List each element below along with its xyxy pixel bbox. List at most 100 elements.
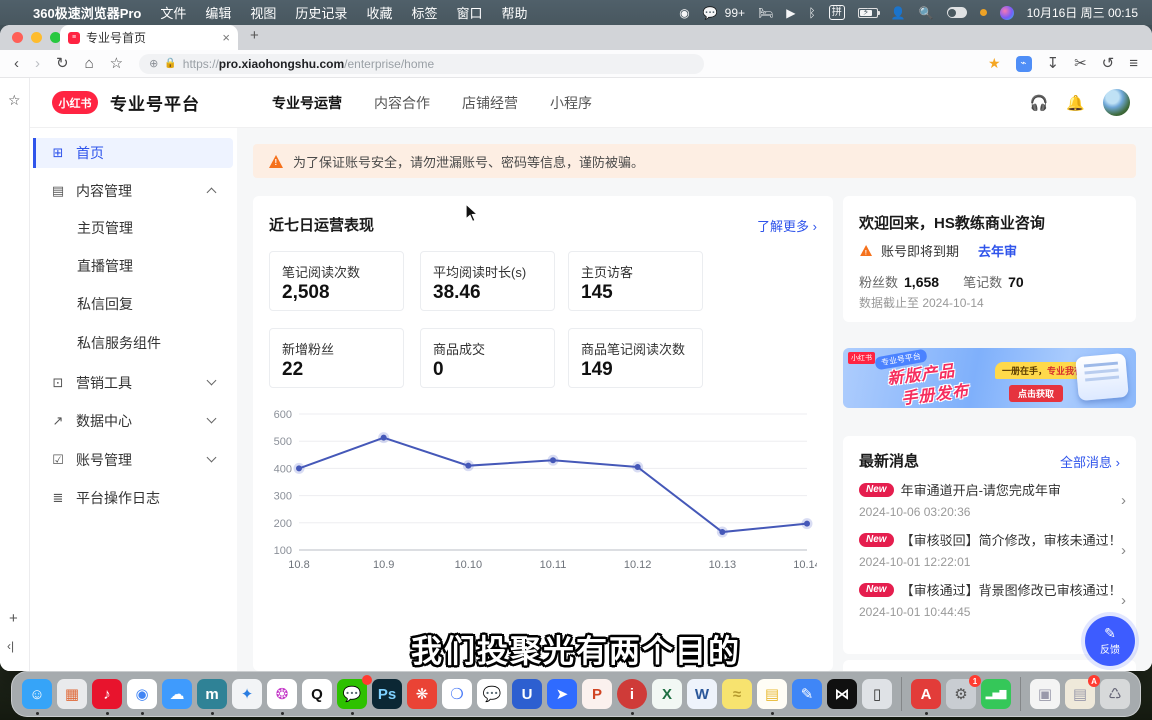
customer-service-icon[interactable]: 🎧 xyxy=(1030,94,1049,112)
red-i-app-icon[interactable]: i xyxy=(617,679,647,709)
menu-file[interactable]: 文件 xyxy=(160,3,186,22)
menu-bookmarks[interactable]: 收藏 xyxy=(366,3,392,22)
restore-session-icon[interactable]: ↺ xyxy=(1102,56,1115,71)
powerpoint-icon[interactable]: P xyxy=(582,679,612,709)
strip-add-icon[interactable]: + xyxy=(9,610,18,627)
bluetooth-icon[interactable]: ᛒ xyxy=(808,6,815,20)
sidebar-item-account-management[interactable]: ☑ 账号管理 xyxy=(33,445,233,475)
preview-thumbnail-1-icon[interactable]: ▣ xyxy=(1030,679,1060,709)
address-bar[interactable]: ⊕ 🔒 https://pro.xiaohongshu.com/enterpri… xyxy=(139,54,704,74)
xiaohongshu-logo[interactable]: 小红书 xyxy=(52,91,98,114)
user-account-icon[interactable]: 👤 xyxy=(891,6,906,20)
favorites-star-icon[interactable]: ☆ xyxy=(8,92,21,109)
strip-collapse-icon[interactable]: ‹| xyxy=(7,639,14,653)
siri-icon[interactable] xyxy=(1000,6,1014,20)
system-settings-icon[interactable]: ⚙1 xyxy=(946,679,976,709)
battery-icon[interactable]: ⚡ xyxy=(858,8,878,18)
download-icon[interactable]: ↧ xyxy=(1047,56,1060,71)
promo-banner[interactable]: 小红书 专业号平台 新版产品 手册发布 一册在手，专业我有 点击获取 xyxy=(843,348,1136,408)
new-tab-button[interactable]: + xyxy=(250,27,259,44)
maxthon-icon[interactable]: m xyxy=(197,679,227,709)
excel-icon[interactable]: X xyxy=(652,679,682,709)
safari-icon[interactable]: ✦ xyxy=(232,679,262,709)
menu-help[interactable]: 帮助 xyxy=(501,3,527,22)
launchpad-icon[interactable]: ▦ xyxy=(57,679,87,709)
all-news-link[interactable]: 全部消息 › xyxy=(1060,452,1120,471)
capcut-icon[interactable]: ⋈ xyxy=(827,679,857,709)
notes-icon[interactable]: ▤ xyxy=(757,679,787,709)
menubar-clock[interactable]: 10月16日 周三 00:15 xyxy=(1027,4,1138,21)
bookmark-star-button[interactable]: ☆ xyxy=(110,56,123,71)
cloud-drive-icon[interactable]: ☁ xyxy=(162,679,192,709)
sidebar-item-dm-reply[interactable]: 私信回复 xyxy=(30,291,237,317)
url-text[interactable]: https://pro.xiaohongshu.com/enterprise/h… xyxy=(183,57,434,71)
sidebar-item-content-management[interactable]: ▤ 内容管理 xyxy=(33,176,233,206)
bookmarked-star-icon[interactable]: ★ xyxy=(988,55,1001,72)
learn-more-link[interactable]: 了解更多 › xyxy=(757,216,817,235)
home-button[interactable]: ⌂ xyxy=(85,56,94,71)
nav-content-coop[interactable]: 内容合作 xyxy=(374,93,430,113)
spotlight-search-icon[interactable]: 🔍 xyxy=(919,6,934,20)
word-icon[interactable]: W xyxy=(687,679,717,709)
trash-icon[interactable]: ♺ xyxy=(1100,679,1130,709)
stocks-app-icon[interactable]: ▂▅▇ xyxy=(981,679,1011,709)
chrome-icon[interactable]: ◉ xyxy=(127,679,157,709)
tab-close-icon[interactable]: × xyxy=(222,30,230,45)
red-clock-app-icon[interactable]: ❋ xyxy=(407,679,437,709)
nav-operation[interactable]: 专业号运营 xyxy=(272,93,342,113)
sidebar-item-home[interactable]: ⊞ 首页 xyxy=(33,138,233,168)
feedback-button[interactable]: ✎ 反馈 xyxy=(1085,616,1135,666)
wechat-icon[interactable]: 💬 xyxy=(337,679,367,709)
netease-music-icon[interactable]: ♪ xyxy=(92,679,122,709)
paper-plane-app-icon[interactable]: ➤ xyxy=(547,679,577,709)
app-menu-title[interactable]: 360极速浏览器Pro xyxy=(33,3,141,22)
sidebar-item-homepage-management[interactable]: 主页管理 xyxy=(30,215,237,241)
pencil-app-icon[interactable]: ✎ xyxy=(792,679,822,709)
sidebar-item-platform-log[interactable]: ≣ 平台操作日志 xyxy=(33,483,233,513)
chat-app-icon[interactable]: 💬 xyxy=(477,679,507,709)
renew-link[interactable]: 去年审 xyxy=(978,241,1017,260)
window-close-button[interactable] xyxy=(12,32,23,43)
sticky-notes-icon[interactable]: ≈ xyxy=(722,679,752,709)
back-button[interactable]: ‹ xyxy=(14,56,19,71)
menu-window[interactable]: 窗口 xyxy=(456,3,482,22)
nav-shop[interactable]: 店铺经营 xyxy=(462,93,518,113)
qq-icon[interactable]: Q xyxy=(302,679,332,709)
photoshop-icon[interactable]: Ps xyxy=(372,679,402,709)
iphone-mirroring-icon[interactable]: ▯ xyxy=(862,679,892,709)
news-item[interactable]: New 年审通道开启-请您完成年审 2024-10-06 03:20:36 › xyxy=(859,480,1122,526)
promo-cta-button[interactable]: 点击获取 xyxy=(1009,385,1063,402)
news-item[interactable]: New 【审核驳回】简介修改，审核未通过！ 2024-10-01 12:22:0… xyxy=(859,530,1122,576)
preview-thumbnail-2-icon[interactable]: ▤A xyxy=(1065,679,1095,709)
pinwheel-browser-icon[interactable]: ❂ xyxy=(267,679,297,709)
menu-edit[interactable]: 编辑 xyxy=(205,3,231,22)
bull-app-icon[interactable]: U xyxy=(512,679,542,709)
forward-button[interactable]: › xyxy=(35,56,40,71)
input-method-icon[interactable]: 拼 xyxy=(829,5,845,20)
sidebar-item-dm-service-widget[interactable]: 私信服务组件 xyxy=(30,330,237,356)
screenshot-scissors-icon[interactable]: ✂ xyxy=(1074,56,1087,71)
sidebar-item-marketing-tools[interactable]: ⊡ 营销工具 xyxy=(33,368,233,398)
control-center-icon[interactable] xyxy=(947,7,967,18)
sidebar-item-data-center[interactable]: ↗ 数据中心 xyxy=(33,406,233,436)
notification-bell-icon[interactable]: 🔔 xyxy=(1066,94,1085,112)
site-safety-icon[interactable]: ⊕ xyxy=(149,57,158,70)
nav-miniprogram[interactable]: 小程序 xyxy=(550,93,592,113)
screen-record-icon[interactable]: ◉ xyxy=(679,6,689,20)
menu-tabs[interactable]: 标签 xyxy=(411,3,437,22)
extension-icon[interactable]: ⌁ xyxy=(1016,56,1032,72)
red-a-app-icon[interactable]: A xyxy=(911,679,941,709)
news-item[interactable]: New 【审核通过】背景图修改已审核通过！ 2024-10-01 10:44:4… xyxy=(859,580,1122,626)
window-minimize-button[interactable] xyxy=(31,32,42,43)
device-status-icon[interactable]: 🛏 xyxy=(758,6,773,20)
wechat-status-icon[interactable]: 💬 xyxy=(703,6,718,20)
reload-button[interactable]: ↻ xyxy=(56,56,69,71)
browser-tab[interactable]: ≡ 专业号首页 × xyxy=(60,25,238,50)
sidebar-item-live-management[interactable]: 直播管理 xyxy=(30,253,237,279)
finder-icon[interactable]: ☺ xyxy=(22,679,52,709)
play-status-icon[interactable]: ▶ xyxy=(786,6,795,20)
menu-history[interactable]: 历史记录 xyxy=(295,3,347,22)
avatar[interactable] xyxy=(1103,89,1130,116)
menu-view[interactable]: 视图 xyxy=(250,3,276,22)
rings-app-icon[interactable]: ❍ xyxy=(442,679,472,709)
